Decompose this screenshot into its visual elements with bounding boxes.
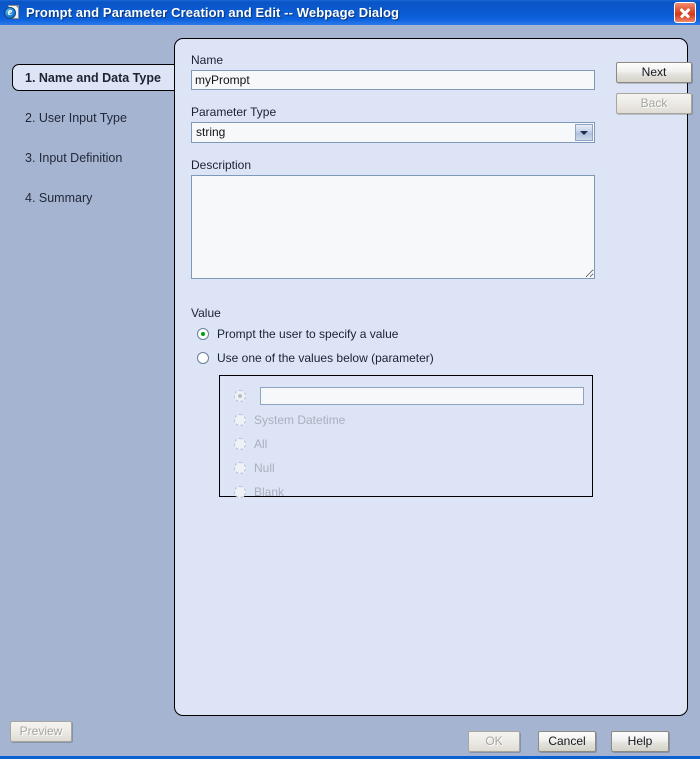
preview-button: Preview <box>10 721 72 742</box>
group-option-null-label: Null <box>254 461 275 475</box>
radio-blank-icon <box>234 486 246 498</box>
parameter-type-select[interactable]: string <box>191 122 595 143</box>
radio-all-icon <box>234 438 246 450</box>
nav-step-4-summary[interactable]: 4. Summary <box>12 184 180 211</box>
radio-prompt-user-icon[interactable] <box>197 328 209 340</box>
value-option-use-values-below-label: Use one of the values below (parameter) <box>217 351 434 365</box>
description-label: Description <box>191 158 252 172</box>
group-option-all-label: All <box>254 437 268 451</box>
radio-use-values-below-icon[interactable] <box>197 352 209 364</box>
ok-button: OK <box>468 731 520 752</box>
parameter-type-value[interactable]: string <box>191 122 595 143</box>
dialog-button-bar: Preview OK Cancel Help <box>0 713 700 753</box>
nav-step-3-input-definition[interactable]: 3. Input Definition <box>12 144 180 171</box>
radio-system-datetime-icon <box>234 414 246 426</box>
radio-custom-value-icon <box>234 390 246 402</box>
title-bar: e Prompt and Parameter Creation and Edit… <box>0 0 700 25</box>
nav-step-3-label: 3. Input Definition <box>25 151 123 165</box>
parameter-type-label: Parameter Type <box>191 105 277 119</box>
nav-step-2-user-input-type[interactable]: 2. User Input Type <box>12 104 180 131</box>
radio-null-icon <box>234 462 246 474</box>
nav-step-4-label: 4. Summary <box>25 191 93 205</box>
help-button[interactable]: Help <box>611 731 669 752</box>
value-option-prompt-user[interactable]: Prompt the user to specify a value <box>191 323 597 345</box>
name-label: Name <box>191 53 224 67</box>
nav-step-1-label: 1. Name and Data Type <box>25 71 161 85</box>
wizard-nav-buttons: Next Back <box>616 62 692 114</box>
group-option-blank: Blank <box>228 480 592 504</box>
group-option-custom-value <box>228 384 592 408</box>
next-button[interactable]: Next <box>616 62 692 83</box>
back-button: Back <box>616 93 692 114</box>
description-textarea[interactable] <box>191 175 595 279</box>
form-area: Name Parameter Type string Description V… <box>191 53 597 499</box>
window-title: Prompt and Parameter Creation and Edit -… <box>26 5 400 20</box>
parameter-values-group: System Datetime All Null Blank <box>219 375 593 499</box>
cancel-button[interactable]: Cancel <box>538 731 596 752</box>
value-label: Value <box>191 306 221 320</box>
nav-step-1-name-and-data-type[interactable]: 1. Name and Data Type <box>12 64 184 91</box>
close-icon[interactable] <box>674 2 696 23</box>
value-section: Value Prompt the user to specify a value… <box>191 306 597 499</box>
group-option-system-datetime: System Datetime <box>228 408 592 432</box>
wizard-step-nav: 1. Name and Data Type 2. User Input Type… <box>12 64 184 211</box>
group-option-system-datetime-label: System Datetime <box>254 413 346 427</box>
content-panel: Name Parameter Type string Description V… <box>174 38 688 716</box>
group-option-null: Null <box>228 456 592 480</box>
chevron-down-icon[interactable] <box>575 124 593 141</box>
group-option-all: All <box>228 432 592 456</box>
ie-page-icon: e <box>4 4 21 21</box>
value-option-use-values-below[interactable]: Use one of the values below (parameter) <box>191 347 597 369</box>
nav-step-2-label: 2. User Input Type <box>25 111 127 125</box>
value-option-prompt-user-label: Prompt the user to specify a value <box>217 327 399 341</box>
group-option-blank-label: Blank <box>254 485 285 499</box>
webpage-dialog: e Prompt and Parameter Creation and Edit… <box>0 0 700 759</box>
name-input[interactable] <box>191 70 595 90</box>
custom-value-input <box>260 387 584 405</box>
